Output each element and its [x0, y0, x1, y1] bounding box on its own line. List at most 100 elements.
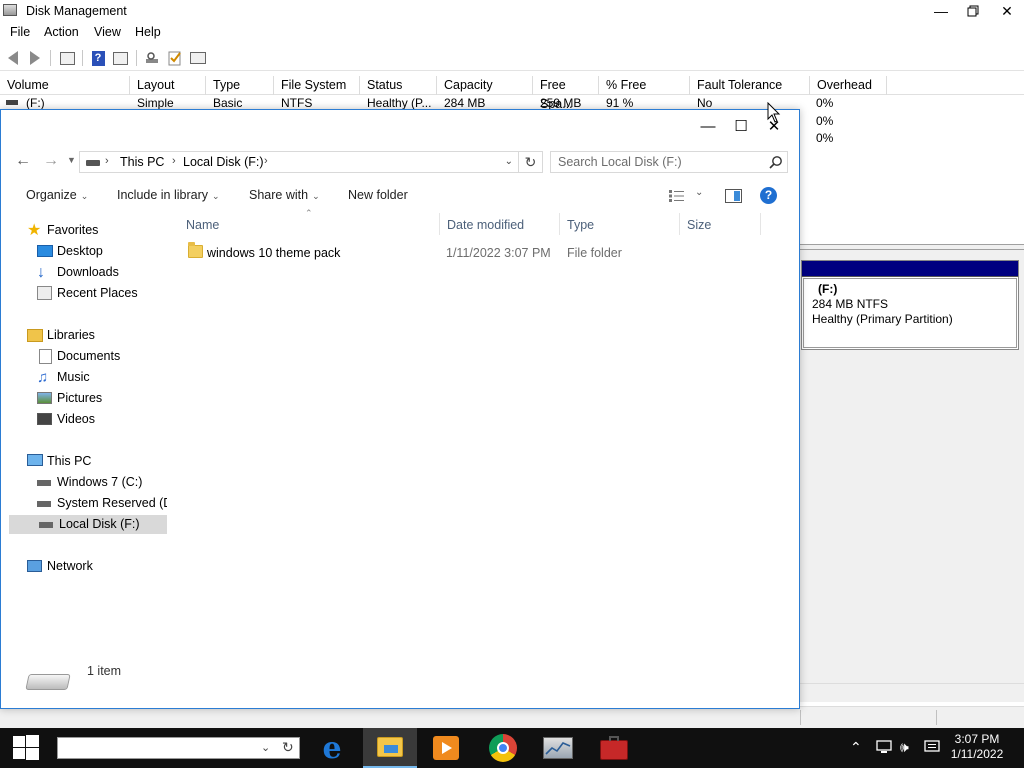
- nav-recent-label: Recent Places: [57, 286, 138, 300]
- col-percent-free[interactable]: % Free: [599, 76, 690, 95]
- clock-date: 1/11/2022: [950, 747, 1004, 761]
- system-clock[interactable]: 3:07 PM 1/11/2022: [944, 732, 1010, 762]
- address-bar[interactable]: › This PC › Local Disk (F:) › ⌄: [79, 151, 519, 173]
- taskbar-edge[interactable]: e: [305, 728, 359, 768]
- menu-action[interactable]: Action: [44, 25, 79, 39]
- search-input[interactable]: [551, 152, 766, 172]
- details-pane: 1 item: [1, 650, 799, 708]
- taskbar-search-box[interactable]: ⌄ ↻: [57, 737, 300, 759]
- refresh-button[interactable]: ↻: [519, 151, 543, 173]
- videos-icon: [37, 413, 52, 425]
- breadcrumb-local-disk[interactable]: Local Disk (F:): [183, 155, 264, 169]
- settings-button[interactable]: [189, 49, 207, 67]
- explorer-maximize-button[interactable]: ☐: [724, 114, 758, 140]
- network-tray-icon[interactable]: [876, 740, 892, 757]
- file-row[interactable]: windows 10 theme pack 1/11/2022 3:07 PM …: [183, 242, 763, 263]
- cell-layout: Simple: [137, 96, 174, 110]
- nav-libraries-label: Libraries: [47, 328, 95, 342]
- dm-minimize-button[interactable]: —: [924, 0, 958, 22]
- cell-file-system: NTFS: [281, 96, 313, 110]
- col-status[interactable]: Status: [360, 76, 437, 95]
- back-button[interactable]: [4, 49, 22, 67]
- menu-view[interactable]: View: [94, 25, 121, 39]
- edge-icon: e: [322, 730, 342, 766]
- col-date-modified[interactable]: Date modified: [440, 213, 560, 235]
- organize-button[interactable]: Organize ⌄: [26, 188, 88, 202]
- col-overhead[interactable]: Overhead: [810, 76, 887, 95]
- breadcrumb-separator-icon[interactable]: ›: [264, 155, 268, 167]
- partition-size: 284 MB NTFS: [812, 297, 889, 311]
- preview-pane-button[interactable]: [725, 189, 742, 203]
- chrome-icon: [489, 734, 517, 762]
- explorer-back-button[interactable]: ←: [15, 152, 31, 170]
- taskbar-toolbox[interactable]: [587, 728, 641, 768]
- share-with-button[interactable]: Share with ⌄: [249, 188, 320, 202]
- cell-volume: (F:): [26, 96, 45, 110]
- search-box[interactable]: [550, 151, 788, 173]
- change-view-button[interactable]: [669, 190, 685, 202]
- dm-window-title: Disk Management: [26, 4, 127, 18]
- col-type[interactable]: Type: [560, 213, 680, 235]
- network-icon: [27, 560, 42, 572]
- properties-button[interactable]: [166, 49, 184, 67]
- partition-label: (F:): [818, 282, 838, 296]
- help-icon[interactable]: ?: [760, 187, 777, 204]
- col-name[interactable]: Name: [179, 213, 440, 235]
- toolbar-divider: [136, 50, 137, 66]
- dm-close-button[interactable]: ✕: [990, 0, 1024, 22]
- horizontal-scrollbar[interactable]: [800, 683, 1024, 701]
- view-dropdown-icon[interactable]: ⌄: [695, 187, 703, 198]
- volume-icon[interactable]: 🕪: [900, 739, 909, 756]
- breadcrumb-separator-icon[interactable]: ›: [105, 155, 109, 167]
- menu-help[interactable]: Help: [135, 25, 161, 39]
- toolbar-divider: [82, 50, 83, 66]
- dm-restore-button[interactable]: [956, 0, 990, 22]
- menu-file[interactable]: File: [10, 25, 30, 39]
- clock-time: 3:07 PM: [954, 732, 1000, 746]
- new-folder-button[interactable]: New folder: [348, 188, 408, 202]
- action-center-icon[interactable]: [924, 740, 940, 758]
- share-label: Share with: [249, 188, 309, 202]
- nav-videos-label: Videos: [57, 412, 95, 426]
- nav-drive-f[interactable]: Local Disk (F:): [9, 515, 167, 534]
- refresh-icon[interactable]: ↻: [282, 739, 294, 756]
- cell-status: Healthy (P...: [367, 96, 432, 110]
- explorer-minimize-button[interactable]: —: [691, 114, 725, 140]
- chevron-down-icon[interactable]: ⌄: [261, 741, 270, 754]
- connect-button[interactable]: [143, 49, 161, 67]
- forward-button[interactable]: [26, 49, 44, 67]
- restore-icon: [967, 5, 979, 17]
- breadcrumb-separator-icon[interactable]: ›: [172, 155, 176, 167]
- cell-type: Basic: [213, 96, 243, 110]
- col-size[interactable]: Size: [680, 213, 761, 235]
- taskbar-server-manager[interactable]: [531, 728, 585, 768]
- col-volume[interactable]: Volume: [0, 76, 130, 95]
- status-divider: [800, 710, 801, 725]
- play-triangle-icon: [442, 742, 452, 754]
- taskbar-file-explorer[interactable]: [363, 728, 417, 768]
- folder-band-icon: [384, 745, 398, 753]
- partition-block-f[interactable]: (F:) 284 MB NTFS Healthy (Primary Partit…: [801, 260, 1019, 350]
- drive-icon: [39, 522, 53, 528]
- star-icon: ★: [27, 222, 42, 239]
- help-button[interactable]: ?: [89, 49, 107, 67]
- start-button[interactable]: [0, 728, 52, 768]
- drive-icon: [6, 100, 18, 105]
- recent-locations-chevron-icon[interactable]: ▼: [67, 155, 76, 165]
- taskbar-media-player[interactable]: [419, 728, 473, 768]
- col-fault-tolerance[interactable]: Fault Tolerance: [690, 76, 810, 95]
- show-hide-console-tree-button[interactable]: [58, 49, 76, 67]
- show-hidden-icons-chevron-icon[interactable]: ⌃: [850, 739, 862, 756]
- explorer-forward-button[interactable]: →: [43, 152, 59, 170]
- show-hide-action-pane-button[interactable]: [111, 49, 129, 67]
- col-layout[interactable]: Layout: [130, 76, 206, 95]
- col-file-system[interactable]: File System: [274, 76, 360, 95]
- col-type[interactable]: Type: [206, 76, 274, 95]
- taskbar-chrome[interactable]: [476, 728, 530, 768]
- address-dropdown-icon[interactable]: ⌄: [505, 156, 513, 167]
- col-capacity[interactable]: Capacity: [437, 76, 533, 95]
- breadcrumb-this-pc[interactable]: This PC: [120, 155, 164, 169]
- nav-drive-d-label: System Reserved (D:: [57, 496, 167, 510]
- include-in-library-button[interactable]: Include in library ⌄: [117, 188, 220, 202]
- col-free-space[interactable]: Free Spa...: [533, 76, 599, 111]
